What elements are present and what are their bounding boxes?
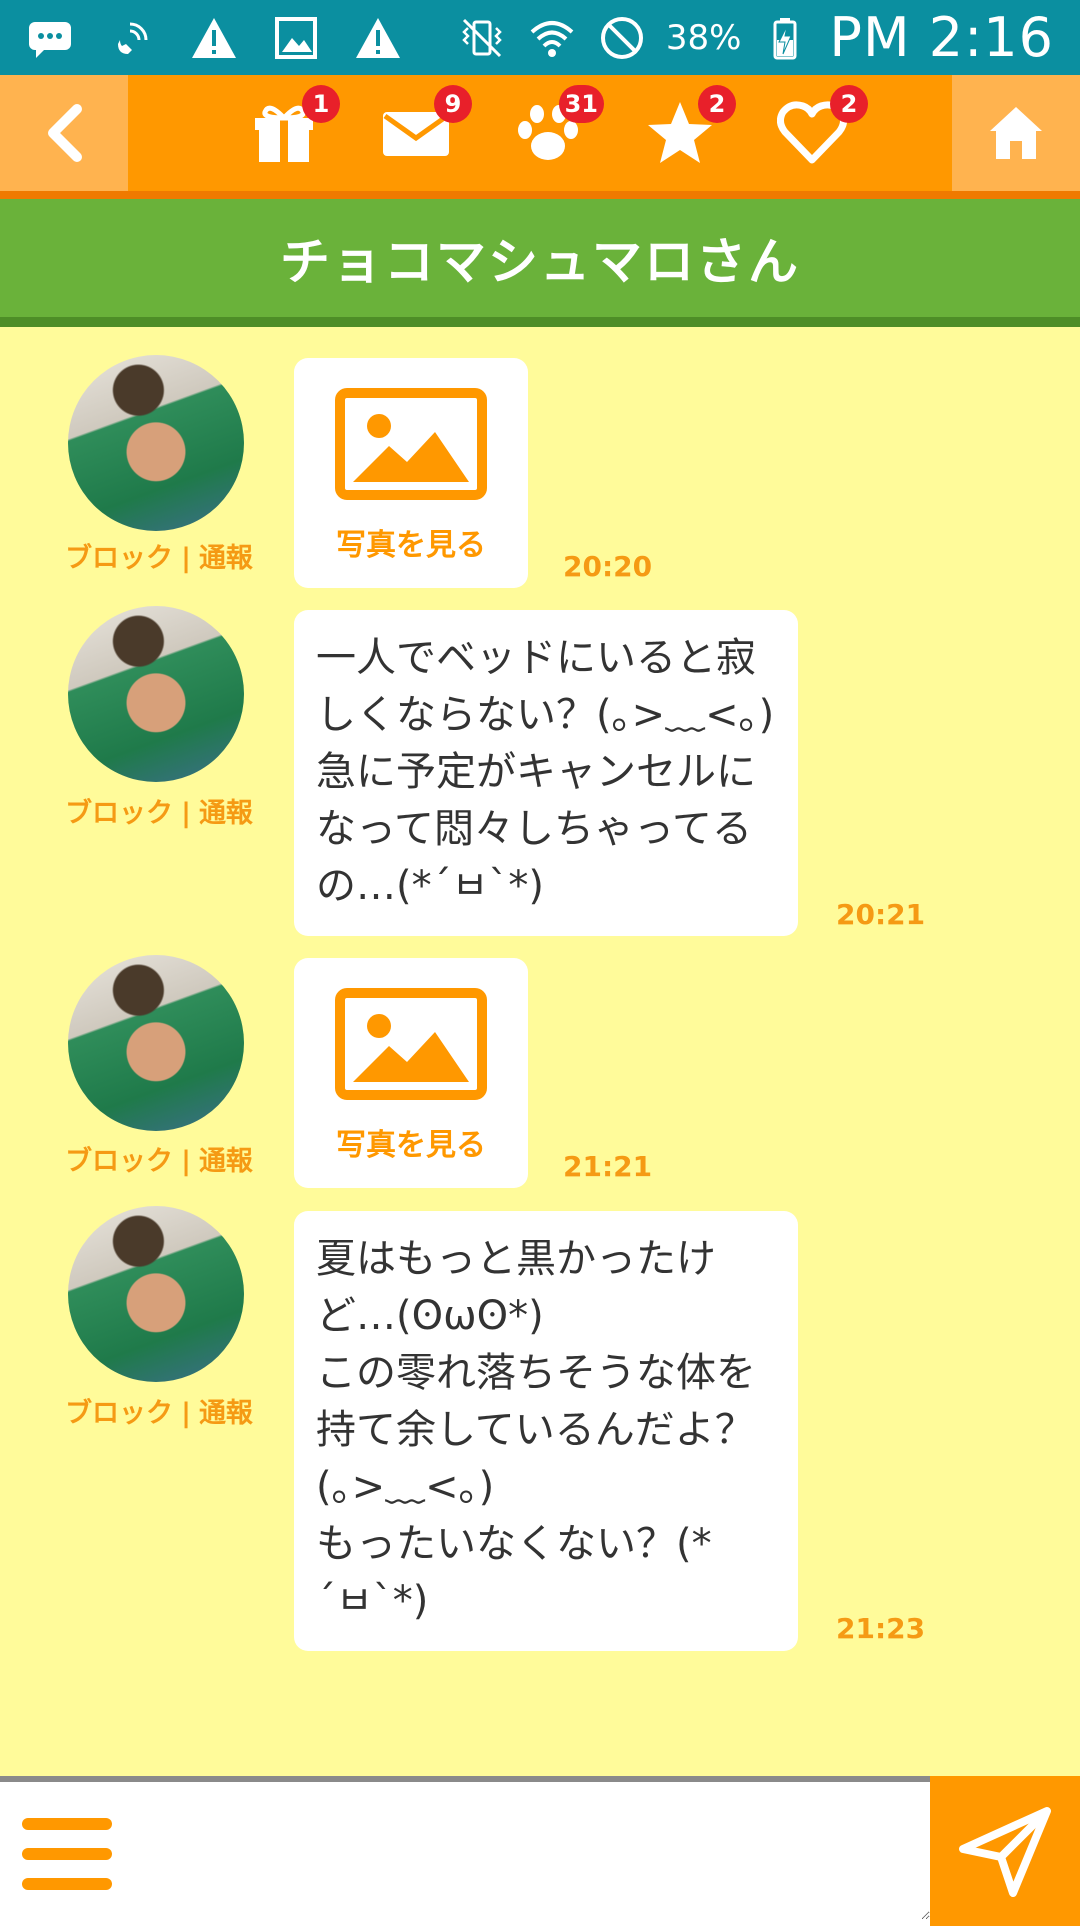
gift-badge: 1 — [302, 85, 340, 123]
message-text: 一人でベッドにいると寂 しくならない？(｡>﹏<｡) 急に予定がキャンセルに な… — [316, 635, 775, 909]
block-link[interactable]: ブロック — [65, 1146, 173, 1177]
mail-button[interactable]: 9 — [380, 85, 472, 169]
image-icon — [270, 12, 322, 64]
mail-badge: 9 — [434, 85, 472, 123]
status-bar: 38% PM 2:16 — [0, 0, 1080, 75]
chat-notification-icon — [24, 12, 76, 64]
avatar[interactable] — [68, 955, 244, 1131]
report-link[interactable]: 通報 — [199, 1146, 253, 1177]
avatar-actions: ブロック | 通報 — [56, 791, 262, 830]
favorite-button[interactable]: 2 — [644, 85, 736, 169]
photo-bubble[interactable]: 写真を見る — [294, 358, 528, 588]
send-button[interactable] — [930, 1776, 1080, 1926]
report-link[interactable]: 通報 — [199, 798, 253, 829]
view-photo-label: 写真を見る — [336, 528, 486, 563]
message-time: 21:21 — [563, 1150, 653, 1183]
separator: | — [181, 543, 191, 574]
home-icon — [990, 107, 1042, 159]
wifi-icon — [526, 12, 578, 64]
image-icon — [335, 988, 487, 1100]
home-button[interactable] — [952, 75, 1080, 191]
wifi-calling-icon — [106, 12, 158, 64]
report-link[interactable]: 通報 — [199, 1398, 253, 1429]
separator: | — [181, 1398, 191, 1429]
block-link[interactable]: ブロック — [65, 543, 173, 574]
separator: | — [181, 798, 191, 829]
message-time: 21:23 — [836, 1612, 926, 1645]
page-title: チョコマシュマロさん — [280, 233, 800, 291]
top-nav: 1 9 31 2 2 — [0, 75, 1080, 199]
warning-icon — [352, 12, 404, 64]
title-bar: チョコマシュマロさん — [0, 199, 1080, 327]
menu-button[interactable] — [22, 1818, 112, 1894]
separator: | — [181, 1146, 191, 1177]
message-text: 夏はもっと黒かったけ ど…(ʘωʘ*) この零れ落ちそうな体を 持て余しているん… — [316, 1236, 756, 1624]
menu-icon — [22, 1818, 112, 1830]
clock: PM 2:16 — [829, 6, 1054, 69]
avatar-actions: ブロック | 通報 — [56, 1139, 262, 1178]
menu-icon-line — [22, 1878, 112, 1890]
footprint-badge: 31 — [558, 85, 604, 123]
chevron-left-icon — [48, 104, 82, 162]
message-input[interactable] — [130, 1782, 930, 1920]
menu-icon-line — [22, 1848, 112, 1860]
favorite-badge: 2 — [698, 85, 736, 123]
avatar[interactable] — [68, 1206, 244, 1382]
avatar[interactable] — [68, 355, 244, 531]
like-badge: 2 — [830, 85, 868, 123]
message-time: 20:20 — [563, 550, 653, 583]
message-bubble: 夏はもっと黒かったけ ど…(ʘωʘ*) この零れ落ちそうな体を 持て余しているん… — [294, 1211, 798, 1651]
report-link[interactable]: 通報 — [199, 543, 253, 574]
block-link[interactable]: ブロック — [65, 1398, 173, 1429]
vibrate-icon — [456, 12, 508, 64]
footprint-button[interactable]: 31 — [512, 85, 604, 169]
do-not-disturb-icon — [596, 12, 648, 64]
photo-bubble[interactable]: 写真を見る — [294, 958, 528, 1188]
send-icon — [959, 1807, 1051, 1897]
message-time: 20:21 — [836, 898, 926, 931]
battery-charging-icon — [759, 12, 811, 64]
warning-icon — [188, 12, 240, 64]
avatar-actions: ブロック | 通報 — [56, 536, 262, 575]
avatar[interactable] — [68, 606, 244, 782]
image-icon — [335, 388, 487, 500]
block-link[interactable]: ブロック — [65, 798, 173, 829]
battery-percent: 38% — [665, 17, 742, 58]
message-bubble: 一人でベッドにいると寂 しくならない？(｡>﹏<｡) 急に予定がキャンセルに な… — [294, 610, 798, 936]
like-button[interactable]: 2 — [776, 85, 868, 169]
avatar-actions: ブロック | 通報 — [56, 1391, 262, 1430]
view-photo-label: 写真を見る — [336, 1128, 486, 1163]
compose-bar — [0, 1776, 1080, 1926]
gift-button[interactable]: 1 — [248, 85, 340, 169]
back-button[interactable] — [0, 75, 128, 191]
